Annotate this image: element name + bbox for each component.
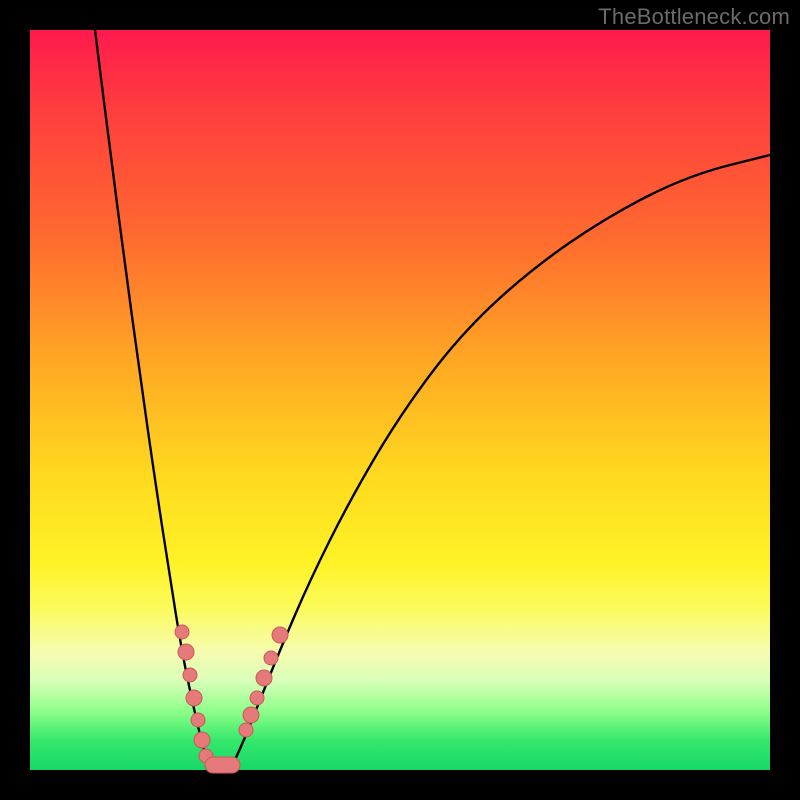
left-marker [175,625,189,639]
left-marker [178,644,194,660]
left-marker [186,690,202,706]
right-marker [264,651,278,665]
plot-area [30,30,770,770]
left-curve [95,30,212,770]
right-marker [243,707,259,723]
right-marker [256,670,272,686]
left-marker [194,732,210,748]
watermark-text: TheBottleneck.com [598,4,790,30]
right-marker [250,691,264,705]
chart-stage: TheBottleneck.com [0,0,800,800]
right-marker [272,627,288,643]
right-curve [230,155,770,770]
left-marker [191,713,205,727]
data-markers [175,625,288,773]
curve-layer [30,30,770,770]
right-marker [239,723,253,737]
left-marker [183,668,197,682]
bottom-pill-marker [205,757,240,773]
